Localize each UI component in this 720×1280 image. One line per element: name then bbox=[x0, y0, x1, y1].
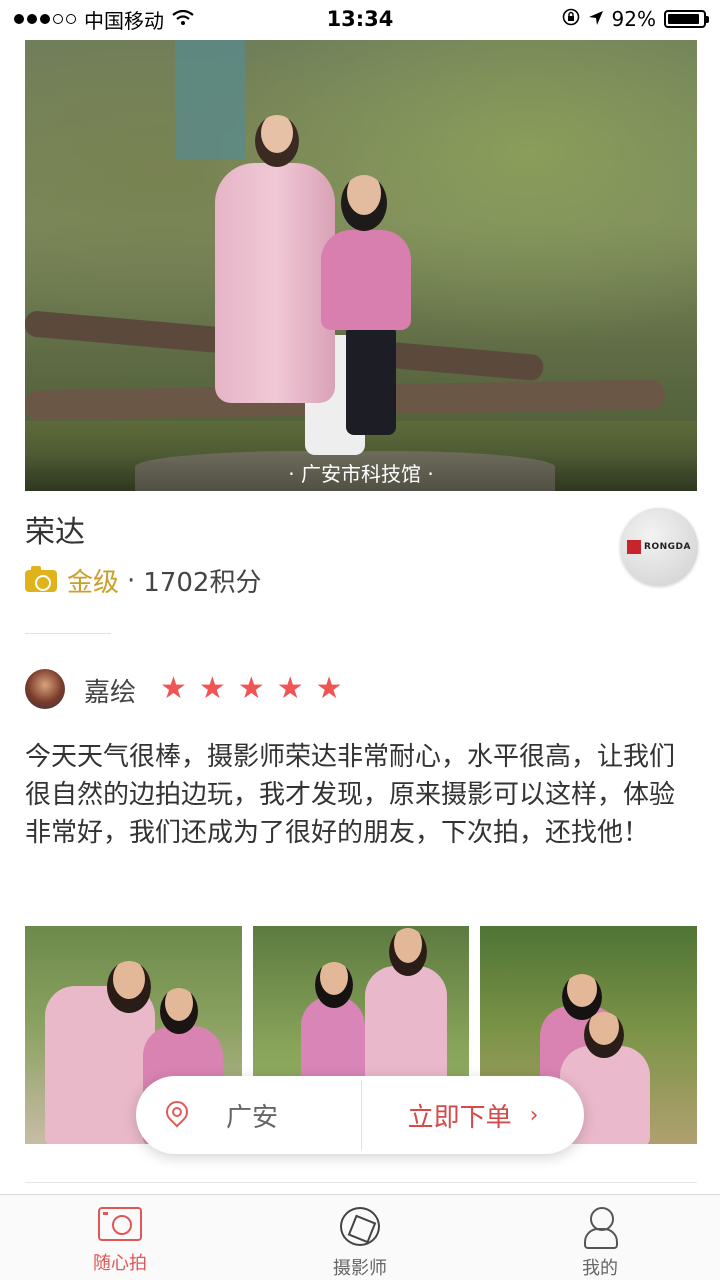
signal-dots-icon bbox=[14, 14, 76, 24]
photo-location-caption: · 广安市科技馆 · bbox=[25, 453, 697, 491]
battery-icon bbox=[664, 10, 709, 28]
star-icon: ★ bbox=[276, 671, 304, 706]
location-selector[interactable]: 广安 bbox=[136, 1076, 361, 1154]
status-left: 中国移动 bbox=[14, 5, 194, 34]
order-action-bar: 广安 立即下单 › bbox=[136, 1076, 584, 1154]
photographer-avatar[interactable]: RONGDA bbox=[620, 508, 698, 586]
star-icon: ★ bbox=[315, 671, 343, 706]
tab-mine[interactable]: 我的 bbox=[480, 1195, 720, 1280]
battery-level bbox=[668, 14, 700, 24]
points-label: 1702积分 bbox=[143, 568, 262, 598]
tab-shoot[interactable]: 随心拍 bbox=[0, 1195, 240, 1280]
location-pin-icon bbox=[164, 1101, 186, 1129]
photographer-name: 荣达 bbox=[25, 515, 85, 550]
tab-photographers[interactable]: 摄影师 bbox=[240, 1195, 480, 1280]
tab-label: 随心拍 bbox=[93, 1253, 147, 1274]
location-label: 广安 bbox=[226, 1102, 279, 1133]
carrier-label: 中国移动 bbox=[84, 8, 164, 33]
order-now-button[interactable]: 立即下单 › bbox=[362, 1076, 584, 1154]
daughter-figure bbox=[321, 175, 411, 435]
level-label: 金级 bbox=[67, 568, 120, 598]
aperture-icon bbox=[340, 1207, 380, 1246]
camera-icon bbox=[98, 1207, 142, 1241]
tab-label: 我的 bbox=[582, 1258, 618, 1279]
user-icon bbox=[582, 1207, 618, 1249]
location-arrow-icon bbox=[588, 7, 604, 31]
level-separator: · bbox=[127, 565, 136, 596]
orientation-lock-icon bbox=[562, 7, 580, 31]
chevron-right-icon: › bbox=[529, 1102, 539, 1128]
order-now-label: 立即下单 bbox=[407, 1102, 512, 1133]
hero-photo[interactable]: · 广安市科技馆 · bbox=[25, 40, 697, 491]
status-bar: 中国移动 13:34 92% bbox=[0, 0, 720, 38]
camera-badge-icon bbox=[25, 565, 57, 592]
status-right: 92% bbox=[562, 7, 709, 31]
star-icon: ★ bbox=[198, 671, 226, 706]
star-icon: ★ bbox=[237, 671, 265, 706]
mother-figure bbox=[215, 115, 365, 455]
photographer-level-row: 金级 · 1702积分 bbox=[25, 562, 261, 599]
rating-stars: ★ ★ ★ ★ ★ bbox=[160, 672, 343, 706]
divider bbox=[25, 1182, 697, 1183]
tab-bar: 随心拍 摄影师 我的 bbox=[0, 1194, 720, 1280]
review-text: 今天天气很棒，摄影师荣达非常耐心，水平很高，让我们很自然的边拍边玩，我才发现，原… bbox=[25, 742, 676, 848]
star-icon: ★ bbox=[160, 671, 187, 706]
divider bbox=[25, 633, 111, 634]
reviewer-name: 嘉绘 bbox=[84, 678, 137, 708]
tab-label: 摄影师 bbox=[333, 1258, 387, 1279]
studio-logo-text: RONGDA bbox=[644, 542, 691, 552]
studio-logo-icon bbox=[627, 540, 642, 554]
battery-percent: 92% bbox=[611, 7, 656, 31]
reviewer-avatar[interactable] bbox=[25, 669, 65, 709]
wifi-icon bbox=[172, 7, 194, 31]
